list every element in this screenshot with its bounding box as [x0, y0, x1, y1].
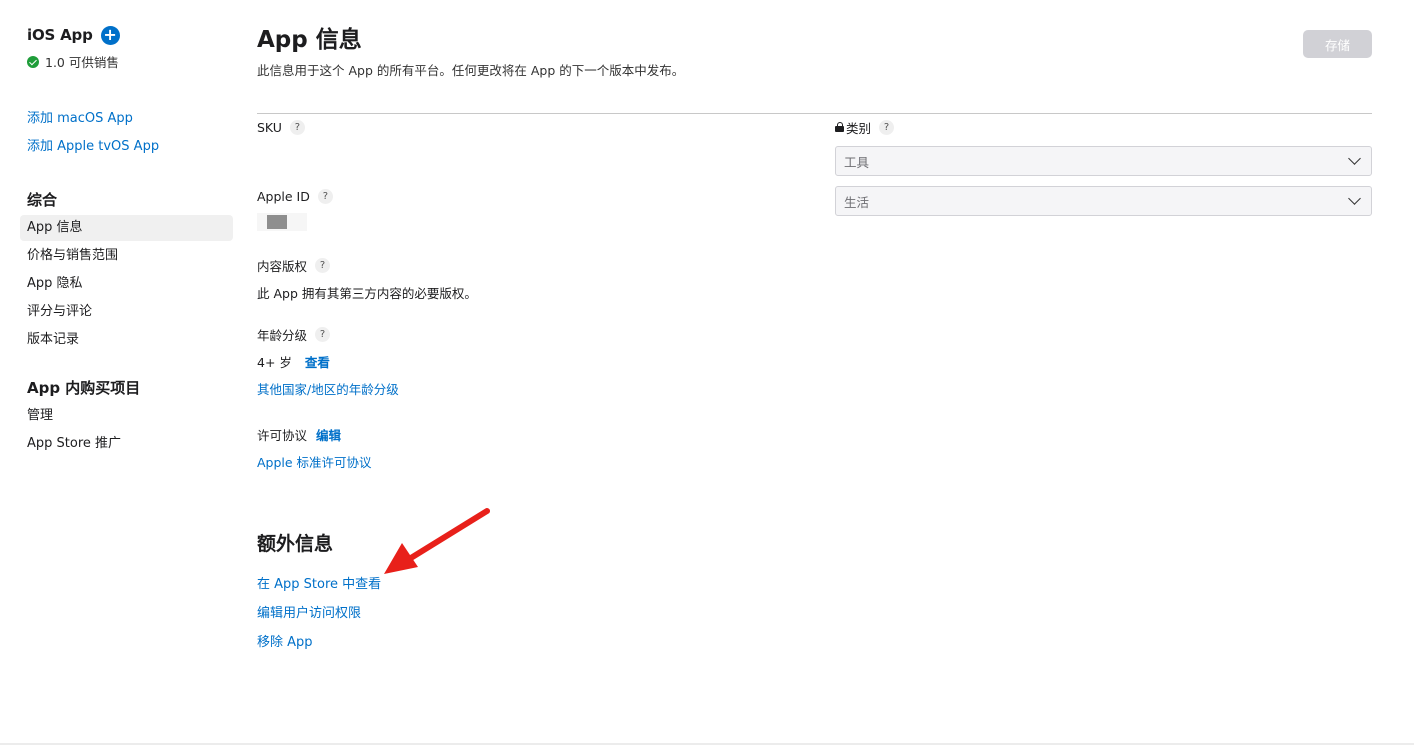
standard-license-link[interactable]: Apple 标准许可协议: [257, 455, 372, 470]
secondary-category-value: 生活: [844, 194, 870, 210]
main-content: App 信息 此信息用于这个 App 的所有平台。任何更改将在 App 的下一个…: [257, 24, 1372, 650]
primary-category-select[interactable]: 工具: [835, 146, 1372, 176]
apple-id-field: Apple ID ?: [257, 187, 797, 256]
header-divider: [257, 113, 1372, 114]
apple-id-help-icon[interactable]: ?: [317, 188, 333, 204]
version-status-label: 1.0 可供销售: [45, 55, 119, 70]
copyright-help-icon[interactable]: ?: [315, 257, 331, 273]
extra-info-title: 额外信息: [257, 533, 334, 555]
category-label-row: 类别 ?: [835, 118, 1372, 136]
sku-help-icon[interactable]: ?: [289, 119, 305, 135]
add-macos-app-link[interactable]: 添加 macOS App: [20, 105, 233, 133]
remove-app-link[interactable]: 移除 App: [257, 628, 381, 657]
chevron-down-icon: [1348, 192, 1361, 205]
sidebar-item-ratings-reviews[interactable]: 评分与评论: [20, 299, 233, 325]
copyright-field: 内容版权 ? 此 App 拥有其第三方内容的必要版权。: [257, 256, 797, 325]
apple-id-label: Apple ID: [257, 188, 310, 204]
other-regions-age-rating-link[interactable]: 其他国家/地区的年龄分级: [257, 382, 399, 397]
sidebar-item-pricing[interactable]: 价格与销售范围: [20, 243, 233, 269]
age-rating-help-icon[interactable]: ?: [315, 326, 331, 342]
sidebar-item-version-history[interactable]: 版本记录: [20, 327, 233, 353]
category-label: 类别: [846, 120, 872, 136]
license-edit-link[interactable]: 编辑: [316, 425, 341, 444]
category-help-icon[interactable]: ?: [879, 119, 895, 135]
copyright-label: 内容版权: [257, 258, 308, 274]
general-section-title: 综合: [27, 191, 58, 209]
save-button[interactable]: 存储: [1303, 30, 1372, 58]
age-rating-view-link[interactable]: 查看: [305, 355, 330, 370]
age-rating-value-row: 4+ 岁 查看: [257, 352, 797, 371]
add-platform-plus-icon[interactable]: +: [100, 25, 120, 45]
platform-header: iOS App +: [20, 24, 233, 46]
add-platform-links: 添加 macOS App 添加 Apple tvOS App: [20, 105, 233, 161]
platform-title: iOS App: [27, 26, 93, 44]
copyright-value: 此 App 拥有其第三方内容的必要版权。: [257, 286, 477, 301]
license-field: 许可协议 编辑 Apple 标准许可协议: [257, 425, 797, 471]
page-title: App 信息: [257, 27, 362, 53]
edit-user-access-link[interactable]: 编辑用户访问权限: [257, 599, 381, 628]
info-right-column: 类别 ? 工具 生活: [835, 118, 1372, 216]
iap-section-title: App 内购买项目: [27, 379, 141, 397]
secondary-category-select[interactable]: 生活: [835, 186, 1372, 216]
info-left-column: SKU ? Apple ID ? 内容版权 ? 此 App 拥有其第三方内容的必…: [257, 118, 797, 471]
checkmark-circle-icon: [27, 55, 39, 68]
version-status[interactable]: 1.0 可供销售: [20, 52, 233, 71]
age-rating-value: 4+ 岁: [257, 355, 292, 370]
iap-nav: 管理 App Store 推广: [20, 403, 233, 457]
lock-icon: [835, 122, 844, 132]
general-nav: App 信息 价格与销售范围 App 隐私 评分与评论 版本记录: [20, 215, 233, 353]
view-on-app-store-link[interactable]: 在 App Store 中查看: [257, 570, 381, 599]
apple-id-redacted-value: [257, 213, 307, 231]
add-tvos-app-link[interactable]: 添加 Apple tvOS App: [20, 133, 233, 161]
age-rating-field: 年龄分级 ? 4+ 岁 查看 其他国家/地区的年龄分级: [257, 325, 797, 425]
sidebar-item-app-store-promotion[interactable]: App Store 推广: [20, 431, 233, 457]
sku-field: SKU ?: [257, 118, 797, 187]
sidebar-item-app-info[interactable]: App 信息: [20, 215, 233, 241]
sidebar: iOS App + 1.0 可供销售 添加 macOS App 添加 Apple…: [20, 24, 233, 459]
annotation-arrow-icon: [384, 508, 490, 574]
page-subtitle: 此信息用于这个 App 的所有平台。任何更改将在 App 的下一个版本中发布。: [257, 63, 685, 78]
license-label: 许可协议: [257, 427, 308, 443]
sku-label: SKU: [257, 119, 282, 135]
sidebar-item-app-privacy[interactable]: App 隐私: [20, 271, 233, 297]
extra-info-links: 在 App Store 中查看 编辑用户访问权限 移除 App: [257, 570, 381, 657]
chevron-down-icon: [1348, 152, 1361, 165]
sidebar-item-manage[interactable]: 管理: [20, 403, 233, 429]
age-rating-label: 年龄分级: [257, 327, 308, 343]
primary-category-value: 工具: [844, 154, 870, 170]
